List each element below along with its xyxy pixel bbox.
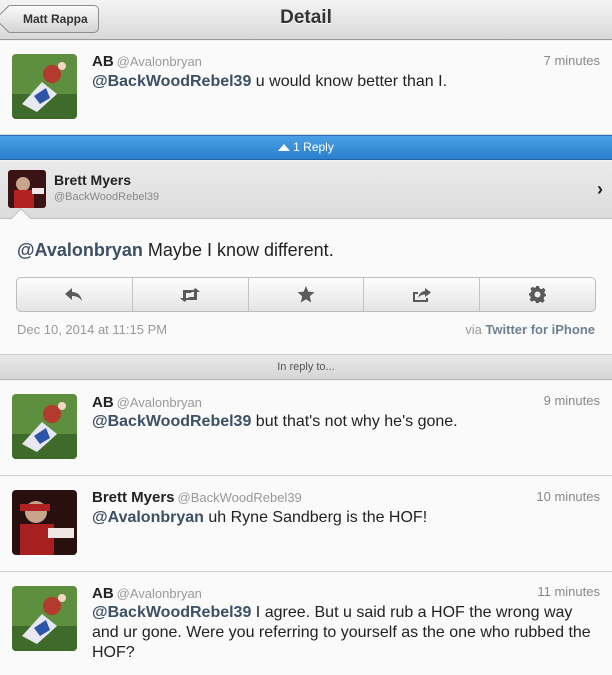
tweet-text: @BackWoodRebel39 u would know better tha… bbox=[92, 73, 448, 90]
reply-icon bbox=[65, 287, 83, 301]
tweet-author: Brett Myers @BackWoodRebel39 bbox=[92, 489, 302, 506]
share-icon bbox=[412, 287, 431, 302]
mention-link[interactable]: @BackWoodRebel39 bbox=[92, 604, 251, 621]
favorite-icon bbox=[297, 286, 315, 303]
action-bar bbox=[16, 277, 596, 312]
tweet-handle: @Avalonbryan bbox=[116, 586, 202, 601]
tweet-time: 11 minutes bbox=[537, 584, 600, 599]
reply-button[interactable] bbox=[17, 278, 133, 311]
replies-bar[interactable]: 1 Reply bbox=[0, 135, 612, 160]
tweet-author: AB @Avalonbryan bbox=[92, 394, 202, 411]
nav-bar: Matt Rappa Detail bbox=[0, 0, 612, 40]
tweet-time: 10 minutes bbox=[536, 489, 600, 504]
mention-link[interactable]: @Avalonbryan bbox=[92, 509, 204, 526]
tweet-row[interactable]: AB @Avalonbryan 7 minutes @BackWoodRebel3… bbox=[0, 41, 612, 135]
arrow-up-icon bbox=[278, 144, 291, 151]
page-title: Detail bbox=[280, 7, 332, 28]
detail-text: @Avalonbryan Maybe I know different. bbox=[17, 240, 334, 260]
tweet-author: AB @Avalonbryan bbox=[92, 53, 202, 70]
tweet-author: AB @Avalonbryan bbox=[92, 585, 202, 602]
avatar[interactable] bbox=[12, 394, 77, 459]
tweet-text: @BackWoodRebel39 I agree. But u said rub… bbox=[92, 604, 591, 661]
settings-button[interactable] bbox=[480, 278, 595, 311]
share-button[interactable] bbox=[364, 278, 481, 311]
tweet-handle: @Avalonbryan bbox=[116, 395, 202, 410]
tweet-handle: @Avalonbryan bbox=[116, 54, 202, 69]
tweet-row[interactable]: Brett Myers @BackWoodRebel39 10 minutes @… bbox=[0, 477, 612, 572]
tweet-text: @Avalonbryan uh Ryne Sandberg is the HOF… bbox=[92, 509, 428, 526]
tweet-date: Dec 10, 2014 at 11:15 PM bbox=[17, 322, 168, 337]
tweet-time: 9 minutes bbox=[543, 393, 600, 408]
author-handle: @BackWoodRebel39 bbox=[54, 191, 160, 203]
tweet-handle: @BackWoodRebel39 bbox=[177, 490, 302, 505]
settings-icon bbox=[529, 286, 547, 303]
tweet-row[interactable]: AB @Avalonbryan 9 minutes @BackWoodRebel3… bbox=[0, 381, 612, 476]
via-app[interactable]: via Twitter for iPhone bbox=[465, 322, 595, 337]
tweet-detail: @Avalonbryan Maybe I know different. Dec… bbox=[0, 219, 612, 355]
favorite-button[interactable] bbox=[249, 278, 365, 311]
mention-link[interactable]: @Avalonbryan bbox=[17, 240, 143, 260]
avatar[interactable] bbox=[8, 170, 46, 208]
mention-link[interactable]: @BackWoodRebel39 bbox=[92, 413, 251, 430]
retweet-icon bbox=[180, 287, 201, 302]
replies-label: 1 Reply bbox=[293, 140, 334, 154]
avatar[interactable] bbox=[12, 54, 77, 119]
author-name: Brett Myers bbox=[54, 172, 132, 188]
retweet-button[interactable] bbox=[133, 278, 249, 311]
tweet-text: @BackWoodRebel39 but that's not why he's… bbox=[92, 413, 458, 430]
avatar[interactable] bbox=[12, 586, 77, 651]
tweet-row[interactable]: AB @Avalonbryan 11 minutes @BackWoodRebel… bbox=[0, 573, 612, 675]
tweet-time: 7 minutes bbox=[543, 53, 600, 68]
author-row[interactable]: Brett Myers @BackWoodRebel39 › bbox=[0, 161, 612, 219]
chevron-right-icon[interactable]: › bbox=[597, 179, 603, 200]
avatar[interactable] bbox=[12, 490, 77, 555]
mention-link[interactable]: @BackWoodRebel39 bbox=[92, 73, 251, 90]
in-reply-to-header: In reply to... bbox=[0, 355, 612, 380]
